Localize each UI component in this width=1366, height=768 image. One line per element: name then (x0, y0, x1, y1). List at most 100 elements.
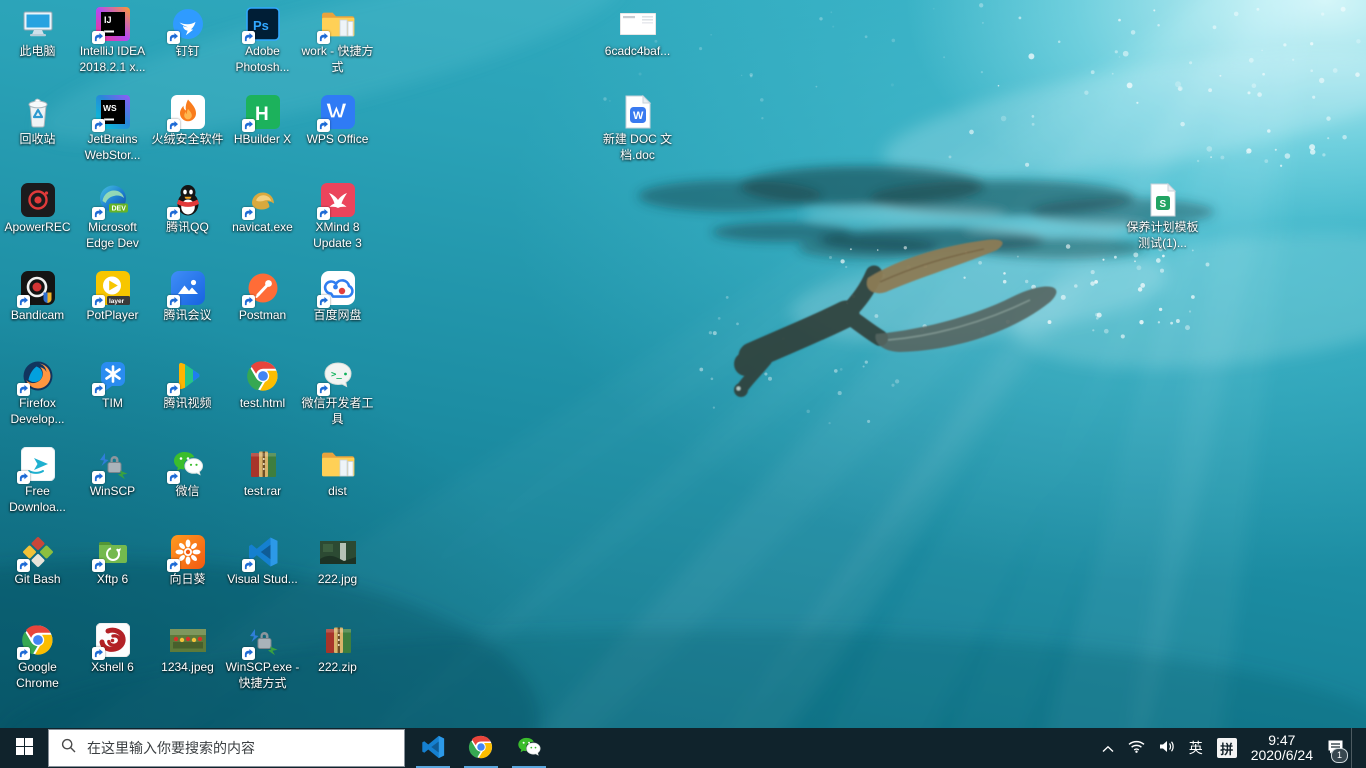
desktop-icon-this-pc[interactable]: 此电脑 (0, 6, 75, 60)
desktop-icon-intellij-idea[interactable]: IJIntelliJ IDEA 2018.2.1 x... (75, 6, 150, 75)
desktop-icon-photoshop[interactable]: PsAdobe Photosh... (225, 6, 300, 75)
desktop-icon-vscode[interactable]: Visual Stud... (225, 534, 300, 588)
image-file-icon (617, 6, 659, 42)
wps-doc-icon: W (617, 94, 659, 130)
svg-text:S: S (1159, 199, 1166, 210)
desktop-icon-label: Xftp 6 (97, 572, 128, 588)
show-desktop-button[interactable] (1351, 728, 1366, 768)
volume-button[interactable] (1152, 728, 1182, 768)
shortcut-arrow-icon (92, 647, 105, 660)
svg-text:W: W (633, 110, 644, 122)
desktop-icon-baidu-netdisk[interactable]: 百度网盘 (300, 270, 375, 324)
shortcut-arrow-icon (167, 31, 180, 44)
desktop-icon-tim[interactable]: TIM (75, 358, 150, 412)
firefox-dev-icon (17, 358, 59, 394)
taskbar-search[interactable] (48, 729, 405, 767)
desktop-icon-label: 222.jpg (318, 572, 357, 588)
search-input[interactable] (85, 739, 404, 757)
desktop-icon-label: 百度网盘 (313, 308, 361, 324)
desktop-icon-wps-doc[interactable]: W新建 DOC 文档.doc (600, 94, 675, 163)
desktop-icon-navicat[interactable]: navicat.exe (225, 182, 300, 236)
taskbar: 英 拼 9:47 2020/6/24 1 (0, 728, 1366, 768)
desktop-icon-label: TIM (102, 396, 123, 412)
xshell-icon (92, 622, 134, 658)
desktop-icon-firefox-dev[interactable]: Firefox Develop... (0, 358, 75, 427)
action-center-button[interactable]: 1 (1320, 728, 1351, 768)
desktop-icon-xftp[interactable]: Xftp 6 (75, 534, 150, 588)
shortcut-arrow-icon (92, 471, 105, 484)
tencent-meeting-icon (167, 270, 209, 306)
desktop-icon-edge-dev[interactable]: DEVMicrosoft Edge Dev (75, 182, 150, 251)
desktop-icon-wechat[interactable]: 微信 (150, 446, 225, 500)
desktop-icon-winscp[interactable]: WinSCP.exe - 快捷方式 (225, 622, 300, 691)
desktop-icon-winrar[interactable]: 222.zip (300, 622, 375, 676)
desktop-icon-dingtalk[interactable]: 钉钉 (150, 6, 225, 60)
desktop-icon-wps-office[interactable]: WPS Office (300, 94, 375, 148)
gitbash-icon (17, 534, 59, 570)
wechat-icon (167, 446, 209, 482)
shortcut-arrow-icon (317, 31, 330, 44)
desktop-icon-label: 火绒安全软件 (151, 132, 223, 148)
desktop-icon-wps-sheet[interactable]: S保养计划模板测试(1)... (1125, 182, 1200, 251)
desktop-icon-hbuilderx[interactable]: HHBuilder X (225, 94, 300, 148)
winscp-icon (92, 446, 134, 482)
desktop-icon-webstorm[interactable]: WSJetBrains WebStor... (75, 94, 150, 163)
wps-office-icon (317, 94, 359, 130)
wifi-button[interactable] (1121, 728, 1152, 768)
desktop-icon-photo-jpeg[interactable]: 1234.jpeg (150, 622, 225, 676)
screen: 此电脑IJIntelliJ IDEA 2018.2.1 x...钉钉PsAdob… (0, 0, 1366, 768)
desktop-icon-gitbash[interactable]: Git Bash (0, 534, 75, 588)
desktop-icon-xmind[interactable]: XMind 8 Update 3 (300, 182, 375, 251)
desktop-icon-winscp[interactable]: WinSCP (75, 446, 150, 500)
language-indicator[interactable]: 英 (1182, 728, 1210, 768)
desktop-icon-folder[interactable]: dist (300, 446, 375, 500)
taskbar-app-vscode[interactable] (409, 728, 457, 768)
desktop-icon-huorong[interactable]: 火绒安全软件 (150, 94, 225, 148)
this-pc-icon (17, 6, 59, 42)
desktop-icon-bandicam[interactable]: Bandicam (0, 270, 75, 324)
desktop-icon-folder[interactable]: work - 快捷方式 (300, 6, 375, 75)
vscode-icon (242, 534, 284, 570)
chevron-up-icon (1102, 740, 1114, 756)
desktop-icon-fdm[interactable]: Free Downloa... (0, 446, 75, 515)
desktop-icon-tencent-meeting[interactable]: 腾讯会议 (150, 270, 225, 324)
desktop-icon-label: Microsoft Edge Dev (75, 220, 150, 251)
desktop-icon-xshell[interactable]: Xshell 6 (75, 622, 150, 676)
shortcut-arrow-icon (317, 119, 330, 132)
photoshop-icon: Ps (242, 6, 284, 42)
hidden-icons-button[interactable] (1095, 728, 1121, 768)
desktop-icon-qq[interactable]: 腾讯QQ (150, 182, 225, 236)
wechat-devtools-icon: >_ (317, 358, 359, 394)
taskbar-clock[interactable]: 9:47 2020/6/24 (1244, 728, 1320, 768)
desktop-icon-wechat-devtools[interactable]: >_微信开发者工具 (300, 358, 375, 427)
desktop-icon-tencent-video[interactable]: 腾讯视频 (150, 358, 225, 412)
ime-mode-button[interactable]: 拼 (1210, 728, 1244, 768)
desktop-icon-chrome[interactable]: Google Chrome (0, 622, 75, 691)
desktop-icon-recycle-bin[interactable]: 回收站 (0, 94, 75, 148)
desktop-icon-winrar[interactable]: test.rar (225, 446, 300, 500)
shortcut-arrow-icon (242, 119, 255, 132)
desktop-icon-sunflower[interactable]: 向日葵 (150, 534, 225, 588)
desktop-icon-image-file[interactable]: 6cadc4baf... (600, 6, 675, 60)
webstorm-icon: WS (92, 94, 134, 130)
desktop-icon-potplayer[interactable]: layerPotPlayer (75, 270, 150, 324)
taskbar-app-chrome[interactable] (457, 728, 505, 768)
chrome-icon (17, 622, 59, 658)
desktop-icon-photo-jpg[interactable]: 222.jpg (300, 534, 375, 588)
desktop-icon-label: Xshell 6 (91, 660, 134, 676)
desktop-icon-label: 腾讯会议 (163, 308, 211, 324)
shortcut-arrow-icon (317, 383, 330, 396)
desktop-icon-postman[interactable]: Postman (225, 270, 300, 324)
taskbar-app-wechat[interactable] (505, 728, 553, 768)
windows-logo-icon (16, 738, 33, 758)
folder-icon (317, 446, 359, 482)
desktop-icon-chrome[interactable]: test.html (225, 358, 300, 412)
desktop-icon-apowerrec[interactable]: ApowerREC (0, 182, 75, 236)
shortcut-arrow-icon (242, 559, 255, 572)
svg-text:Ps: Ps (253, 18, 269, 33)
system-tray: 英 拼 9:47 2020/6/24 1 (1095, 728, 1366, 768)
shortcut-arrow-icon (92, 207, 105, 220)
fdm-icon (17, 446, 59, 482)
desktop-icon-label: Git Bash (14, 572, 60, 588)
start-button[interactable] (0, 728, 48, 768)
